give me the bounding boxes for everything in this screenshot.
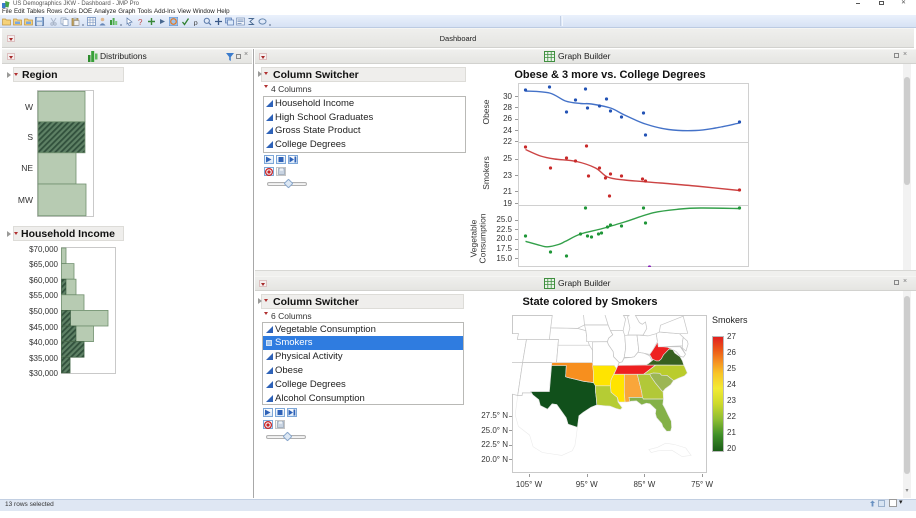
svg-text:?: ?: [138, 18, 143, 26]
svg-text:ρ: ρ: [194, 17, 198, 26]
